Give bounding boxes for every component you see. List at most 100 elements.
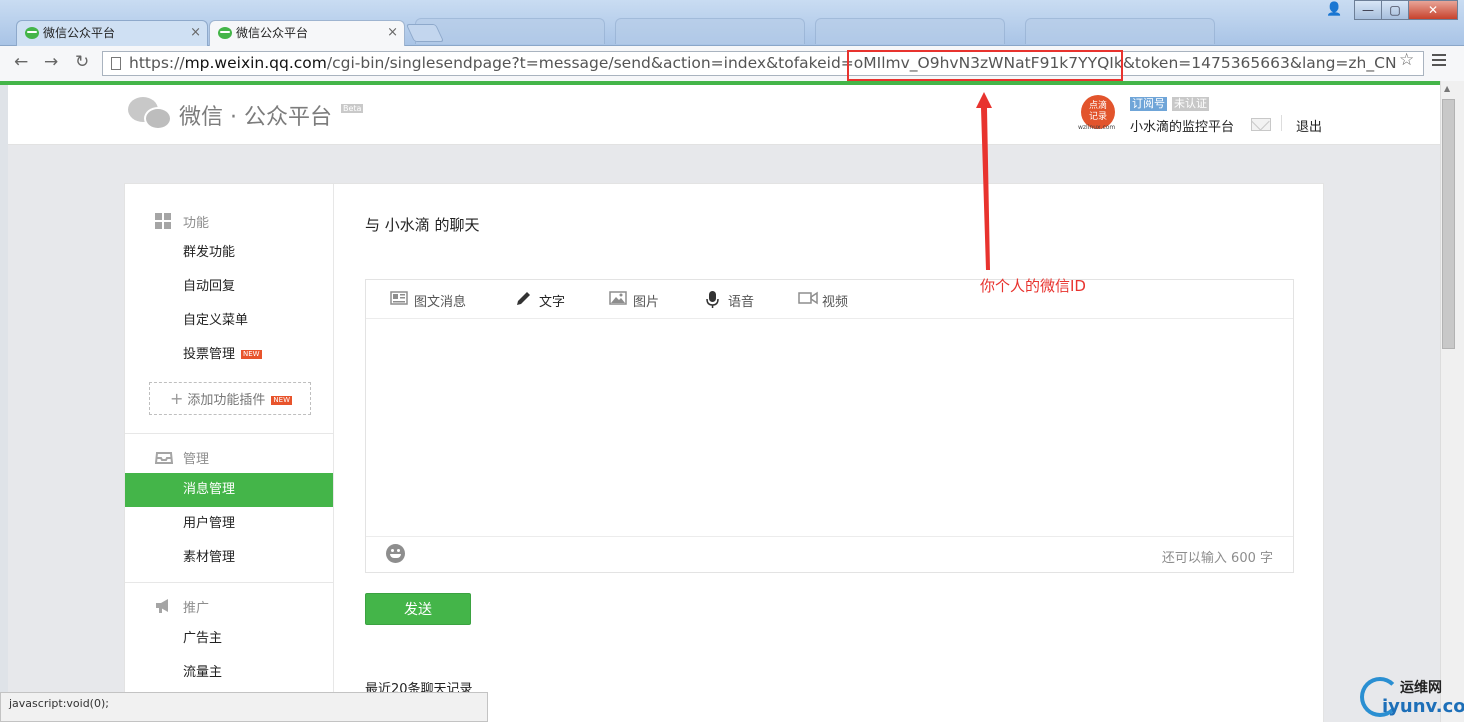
watermark-cn: 运维网	[1400, 680, 1442, 696]
tab-label: 视频	[822, 295, 849, 310]
news-icon	[390, 291, 408, 309]
bookmark-star-icon[interactable]: ☆	[1399, 50, 1414, 70]
sidebar-divider	[125, 582, 333, 583]
scroll-up-icon[interactable]: ▲	[1444, 84, 1450, 93]
page-icon	[111, 57, 121, 70]
forward-arrow-icon[interactable]: →	[44, 52, 58, 72]
url-host: mp.weixin.qq.com	[184, 54, 327, 72]
tab-title: 微信公众平台	[236, 26, 309, 40]
sidebar-section-features: 功能	[155, 212, 209, 231]
scrollbar-thumb[interactable]	[1442, 99, 1455, 349]
add-plugin-button[interactable]: + 添加功能插件 NEW	[149, 382, 311, 415]
sidebar-item-messages[interactable]: 消息管理	[125, 473, 333, 507]
sidebar-item-mass-send[interactable]: 群发功能	[125, 236, 333, 270]
watermark-en: iyunv.com	[1382, 696, 1464, 717]
sidebar-item-publisher[interactable]: 流量主	[125, 656, 333, 690]
tab-label: 语音	[728, 295, 755, 310]
message-editor: 图文消息 文字 图片 语音 视频 还可以输入 600 字	[365, 279, 1294, 573]
tab-label: 图片	[633, 295, 660, 310]
emoji-icon[interactable]	[386, 544, 405, 563]
background-tab[interactable]	[815, 18, 1005, 44]
megaphone-icon	[155, 598, 173, 614]
watermark-logo: 运维网 iyunv.com	[1360, 675, 1464, 722]
address-bar[interactable]: https://mp.weixin.qq.com/cgi-bin/singles…	[102, 51, 1424, 76]
pencil-icon	[515, 291, 533, 311]
content-container: 功能 群发功能 自动回复 自定义菜单 投票管理 NEW + 添加功能插件 NEW 管理…	[124, 183, 1324, 722]
wechat-favicon-icon	[25, 27, 39, 39]
editor-footer: 还可以输入 600 字	[366, 536, 1293, 572]
section-title: 推广	[183, 601, 210, 616]
tab-news[interactable]: 图文消息	[390, 291, 466, 310]
sidebar-item-materials[interactable]: 素材管理	[125, 541, 333, 575]
site-logo-text[interactable]: 微信 · 公众平台	[179, 99, 332, 131]
unverified-badge: 未认证	[1172, 97, 1209, 111]
microphone-icon	[704, 291, 722, 313]
tab-text[interactable]: 文字	[515, 291, 565, 310]
sidebar-item-label: 群发功能	[183, 245, 236, 260]
site-header: 微信 · 公众平台 Beta 点滴 记录 wzlinux.com 订阅号 未认证…	[8, 85, 1440, 145]
background-tab[interactable]	[615, 18, 805, 44]
sidebar-item-advertiser[interactable]: 广告主	[125, 622, 333, 656]
new-badge: NEW	[241, 350, 262, 359]
maximize-button[interactable]: ▢	[1381, 0, 1409, 20]
header-divider	[1281, 115, 1282, 131]
beta-badge: Beta	[341, 104, 364, 113]
plus-icon: +	[170, 389, 184, 408]
browser-toolbar: ← → ↻ https://mp.weixin.qq.com/cgi-bin/s…	[0, 46, 1464, 81]
minimize-button[interactable]: —	[1354, 0, 1382, 20]
tab-image[interactable]: 图片	[609, 291, 659, 310]
annotation-highlight-box	[847, 50, 1123, 81]
video-camera-icon	[798, 291, 818, 309]
annotation-label: 你个人的微信ID	[980, 277, 1086, 295]
browser-tab-2-active[interactable]: 微信公众平台 ×	[209, 20, 405, 47]
logout-link[interactable]: 退出	[1296, 116, 1322, 135]
background-tab[interactable]	[1025, 18, 1215, 44]
add-plugin-label: 添加功能插件	[187, 393, 266, 408]
section-title: 功能	[183, 216, 210, 231]
grid-icon	[155, 213, 173, 229]
sidebar-item-label: 流量主	[183, 665, 223, 680]
sidebar-item-vote[interactable]: 投票管理 NEW	[125, 338, 333, 372]
tab-label: 图文消息	[414, 295, 467, 310]
send-button[interactable]: 发送	[365, 593, 471, 625]
close-window-button[interactable]: ✕	[1408, 0, 1458, 20]
avatar-text: 点滴 记录	[1088, 101, 1107, 122]
subscription-badge: 订阅号	[1130, 97, 1167, 111]
browser-titlebar: 微信公众平台 × 微信公众平台 × 👤 — ▢ ✕	[0, 0, 1464, 47]
sidebar-item-auto-reply[interactable]: 自动回复	[125, 270, 333, 304]
inbox-icon	[154, 449, 174, 465]
mail-icon[interactable]	[1251, 118, 1271, 131]
account-name[interactable]: 小水滴的监控平台	[1130, 116, 1234, 135]
reload-icon[interactable]: ↻	[75, 52, 89, 72]
char-counter: 还可以输入 600 字	[1161, 551, 1273, 566]
back-arrow-icon[interactable]: ←	[14, 52, 28, 72]
editor-tabs: 图文消息 文字 图片 语音 视频	[366, 280, 1293, 319]
wechat-logo-icon[interactable]	[128, 95, 174, 135]
sidebar-item-label: 广告主	[183, 631, 223, 646]
tab-label: 文字	[539, 295, 566, 310]
chat-title: 与 小水滴 的聊天	[365, 216, 480, 234]
tab-close-icon[interactable]: ×	[190, 21, 201, 45]
tab-close-icon[interactable]: ×	[387, 21, 398, 45]
sidebar-item-label: 投票管理	[183, 347, 236, 362]
tab-voice[interactable]: 语音	[704, 291, 754, 310]
sidebar-section-manage: 管理	[154, 448, 209, 467]
sidebar-item-label: 素材管理	[183, 550, 236, 565]
sidebar: 功能 群发功能 自动回复 自定义菜单 投票管理 NEW + 添加功能插件 NEW 管理…	[125, 184, 334, 722]
page-scrollbar[interactable]: ▲	[1440, 81, 1464, 722]
message-textarea[interactable]	[366, 320, 1293, 536]
page-viewport: 微信 · 公众平台 Beta 点滴 记录 wzlinux.com 订阅号 未认证…	[8, 85, 1440, 722]
browser-menu-icon[interactable]	[1432, 54, 1446, 69]
sidebar-item-custom-menu[interactable]: 自定义菜单	[125, 304, 333, 338]
profile-icon[interactable]: 👤	[1326, 2, 1346, 18]
new-badge: NEW	[271, 396, 293, 405]
status-bar: javascript:void(0);	[0, 692, 488, 722]
sidebar-item-label: 自动回复	[183, 279, 236, 294]
sidebar-item-users[interactable]: 用户管理	[125, 507, 333, 541]
image-icon	[609, 291, 627, 309]
sidebar-item-label: 用户管理	[183, 516, 236, 531]
wechat-favicon-icon	[218, 27, 232, 39]
tab-video[interactable]: 视频	[798, 291, 848, 310]
sidebar-divider	[125, 433, 333, 434]
browser-tab-1[interactable]: 微信公众平台 ×	[16, 20, 208, 46]
